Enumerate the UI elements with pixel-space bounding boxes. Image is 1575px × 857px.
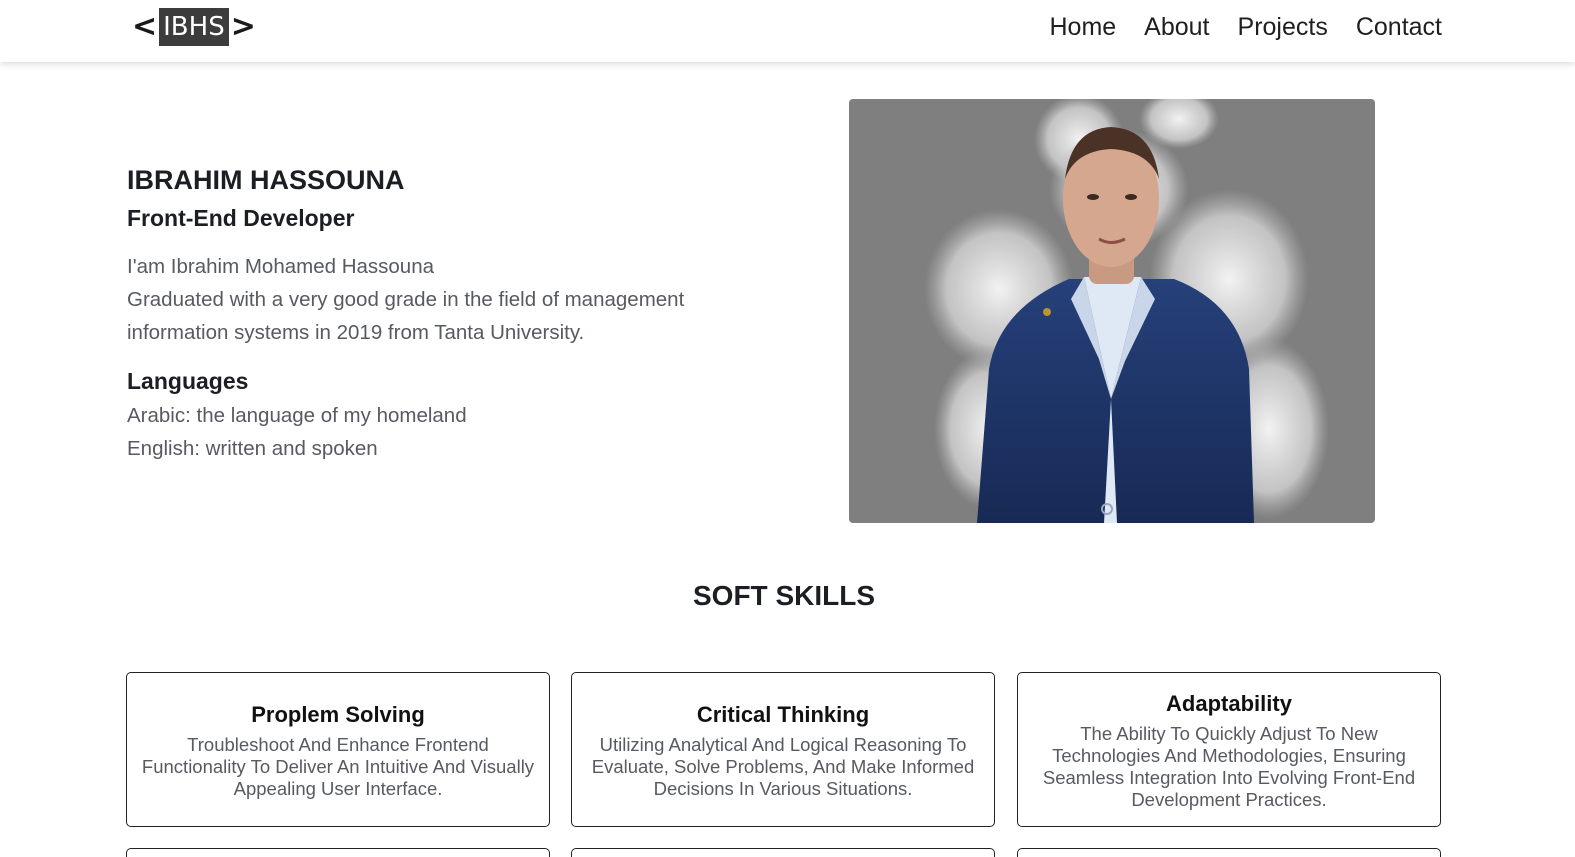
skill-card-partial [126,848,550,857]
intro-line: I'am Ibrahim Mohamed Hassouna [127,255,434,278]
logo-left-bracket: < [132,9,158,44]
nav-link-contact[interactable]: Contact [1356,10,1442,44]
hero-role: Front-End Developer [127,205,355,231]
languages-title: Languages [127,368,249,394]
skill-card-title: Critical Thinking [696,701,870,727]
nav-link-projects[interactable]: Projects [1238,10,1328,44]
nav-links: Home About Projects Contact [1021,10,1442,44]
skill-card-problem-solving: Proplem Solving Troubleshoot And Enhance… [126,672,550,827]
skill-card-description: Utilizing Analytical And Logical Reasoni… [591,733,975,799]
person [977,127,1254,523]
languages-list: Arabic: the language of my homeland Engl… [127,399,767,465]
skill-card-partial [1017,848,1441,857]
logo-text: IBHS [159,8,229,46]
profile-photo [849,99,1375,523]
language-item: Arabic: the language of my homeland [127,404,467,427]
nav-link-home[interactable]: Home [1049,10,1116,44]
hero-text: IBRAHIM HASSOUNA Front-End Developer I'a… [127,162,767,465]
hero-intro: I'am Ibrahim Mohamed Hassouna Graduated … [127,250,767,349]
skill-card-description: The Ability To Quickly Adjust To New Tec… [1042,722,1416,810]
hero-name: IBRAHIM HASSOUNA [127,165,405,195]
skill-card-critical-thinking: Critical Thinking Utilizing Analytical A… [571,672,995,827]
intro-paragraph: Graduated with a very good grade in the … [127,288,685,344]
portrait-illustration [924,99,1329,523]
skill-card-title: Adaptability [1166,690,1292,716]
soft-skills-title: SOFT SKILLS [693,580,875,611]
skill-card-description: Troubleshoot And Enhance Frontend Functi… [141,733,535,799]
logo[interactable]: < IBHS > [132,8,256,46]
language-item: English: written and spoken [127,437,378,460]
navbar: < IBHS > Home About Projects Contact [0,0,1575,62]
logo-right-bracket: > [230,9,256,44]
skill-card-title: Proplem Solving [251,701,425,727]
skill-card-partial [571,848,995,857]
nav-link-about[interactable]: About [1144,10,1209,44]
skill-card-adaptability: Adaptability The Ability To Quickly Adju… [1017,672,1441,827]
